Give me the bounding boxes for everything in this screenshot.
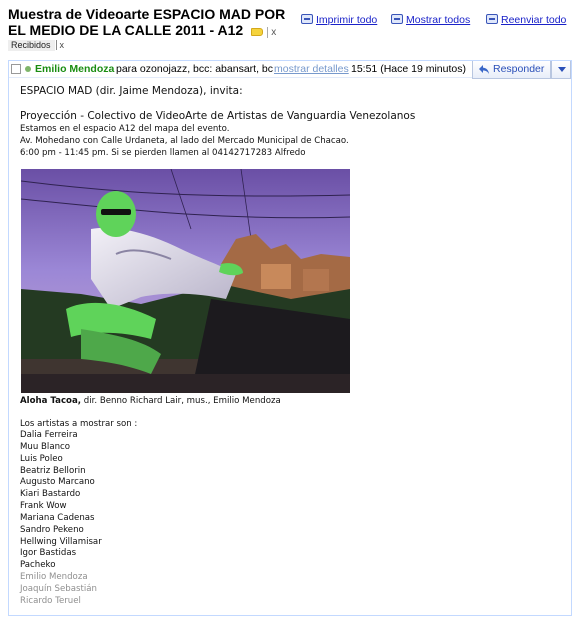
expand-icon	[391, 14, 403, 24]
print-icon	[301, 14, 313, 24]
subject-title: Muestra de Videoarte ESPACIO MAD POR EL …	[8, 6, 286, 38]
chevron-down-icon	[558, 67, 566, 72]
reply-button[interactable]: Responder	[472, 61, 551, 79]
artist-item: Pacheko	[20, 560, 56, 571]
recipients-line: para ozonojazz, bcc: abansart, bc	[116, 63, 274, 75]
artist-item: Beatriz Bellorin	[20, 465, 86, 476]
artist-item: Emilio Mendoza	[20, 572, 88, 583]
remove-label-link[interactable]: x	[267, 27, 277, 38]
reply-arrow-icon	[479, 65, 489, 74]
forward-all-link[interactable]: Reenviar todo	[486, 14, 566, 26]
artist-item: Luis Poleo	[20, 453, 63, 464]
remove-inbox-label[interactable]: x	[55, 40, 64, 50]
video-still-image	[21, 169, 350, 393]
more-options-button[interactable]	[551, 61, 571, 79]
artist-item: Mariana Cadenas	[20, 512, 95, 523]
location-line: Estamos en el espacio A12 del mapa del e…	[20, 124, 230, 134]
forward-all-label: Reenviar todo	[501, 14, 567, 26]
expand-all-label: Mostrar todos	[406, 14, 471, 26]
reply-label: Responder	[493, 63, 545, 75]
show-details-link[interactable]: mostrar detalles	[274, 61, 349, 78]
artist-item: Muu Blanco	[20, 441, 71, 452]
artist-item: Hellwing Villamisar	[20, 536, 102, 547]
print-all-link[interactable]: Imprimir todo	[301, 14, 377, 26]
message-time: 15:51 (Hace 19 minutos)	[351, 63, 466, 75]
message-container: Emilio Mendoza para ozonojazz, bcc: aban…	[8, 60, 572, 616]
image-caption: Aloha Tacoa, dir. Benno Richard Lair, mu…	[20, 396, 281, 406]
invite-line: ESPACIO MAD (dir. Jaime Mendoza), invita…	[20, 85, 243, 97]
email-subject: Muestra de Videoarte ESPACIO MAD POR EL …	[8, 6, 293, 41]
label-row: Recibidos x	[8, 40, 64, 51]
artist-item: Sandro Pekeno	[20, 524, 84, 535]
label-tag-icon[interactable]	[251, 28, 264, 36]
inbox-label[interactable]: Recibidos	[8, 40, 55, 51]
artist-item: Joaquín Sebastián	[20, 583, 97, 594]
caption-credits: dir. Benno Richard Lair, mus., Emilio Me…	[81, 396, 281, 406]
artists-intro: Los artistas a mostrar son :	[20, 419, 138, 429]
select-checkbox[interactable]	[11, 64, 21, 74]
artist-item: Dalia Ferreira	[20, 430, 78, 440]
sender-status-icon	[25, 66, 31, 72]
address-line: Av. Mohedano con Calle Urdaneta, al lado…	[20, 136, 349, 146]
sender-name[interactable]: Emilio Mendoza	[35, 61, 114, 78]
artist-item: Kiari Bastardo	[20, 489, 81, 500]
artist-item: Augusto Marcano	[20, 477, 95, 488]
forward-icon	[486, 14, 498, 24]
schedule-line: 6:00 pm - 11:45 pm. Si se pierden llamen…	[20, 148, 306, 158]
artist-item: Frank Wow	[20, 501, 67, 512]
message-header: Emilio Mendoza para ozonojazz, bcc: aban…	[9, 60, 571, 79]
print-all-label: Imprimir todo	[316, 14, 378, 26]
artist-item: Ricardo Teruel	[20, 595, 81, 606]
project-title: Proyección - Colectivo de VideoArte de A…	[20, 110, 416, 122]
artist-list: Dalia Ferreira Muu Blanco Luis Poleo Beatri…	[20, 430, 102, 608]
caption-title: Aloha Tacoa,	[20, 396, 82, 406]
artist-item: Igor Bastidas	[20, 548, 77, 559]
expand-all-link[interactable]: Mostrar todos	[391, 14, 470, 26]
